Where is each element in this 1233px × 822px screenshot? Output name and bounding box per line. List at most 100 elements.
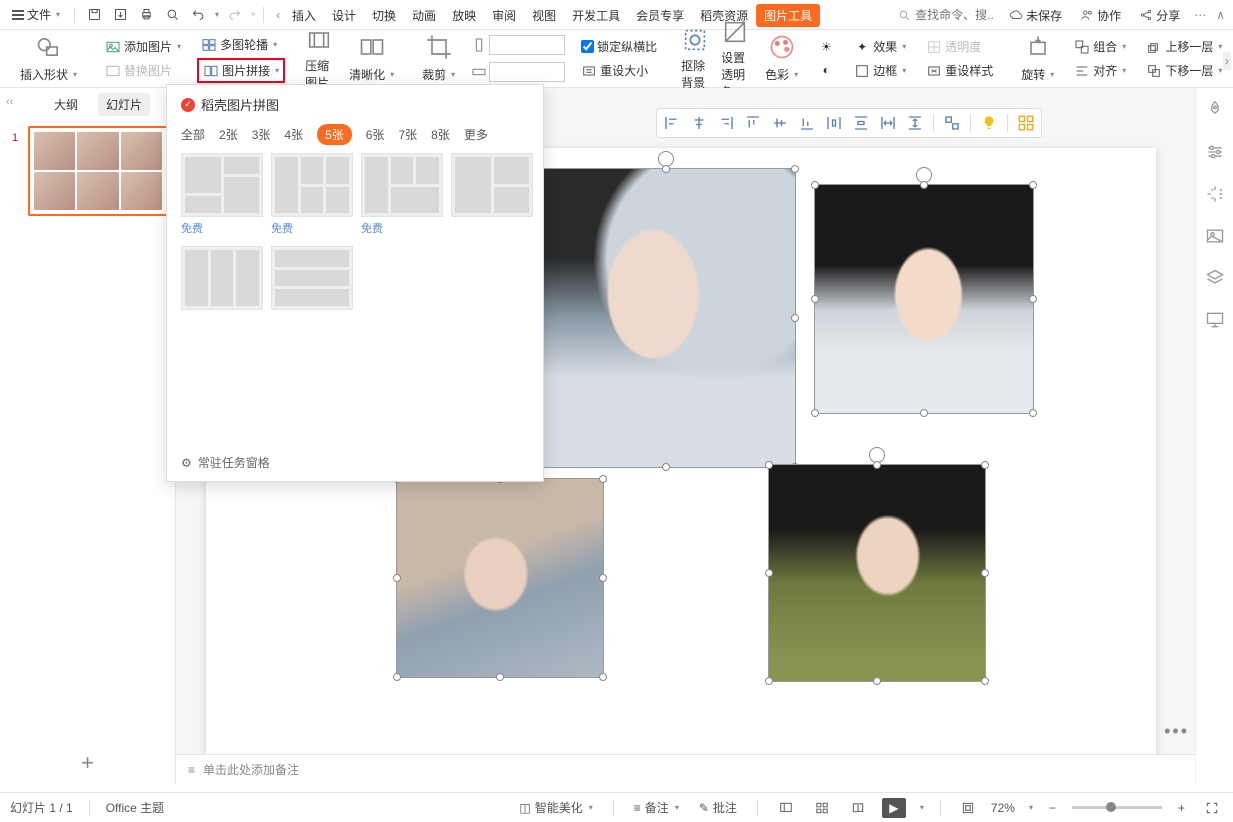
dist-v-icon[interactable] [852, 114, 870, 132]
dock-pane-button[interactable]: ⚙常驻任务窗格 [181, 454, 270, 471]
layout-option[interactable]: 免费 [361, 153, 443, 236]
undo-button[interactable] [187, 4, 209, 26]
sharpen-button[interactable]: 清晰化▾ [345, 64, 398, 85]
view-sorter[interactable] [810, 799, 834, 817]
more-options-button[interactable]: ••• [1164, 721, 1189, 742]
contrast-button[interactable]: ◐ [814, 60, 838, 80]
equal-height-icon[interactable] [906, 114, 924, 132]
dd-tab-all[interactable]: 全部 [181, 126, 205, 143]
dd-tab-5[interactable]: 5张 [317, 124, 352, 145]
share-button[interactable]: 分享 [1135, 5, 1184, 26]
picture-pane-icon[interactable] [1205, 226, 1225, 246]
match-size-icon[interactable] [943, 114, 961, 132]
dd-tab-3[interactable]: 3张 [252, 126, 271, 143]
tab-view[interactable]: 视图 [524, 3, 564, 28]
zoom-in[interactable]: + [1174, 801, 1189, 815]
notes-toggle[interactable]: ≡备注▾ [630, 797, 683, 818]
slide-thumbnail[interactable] [28, 126, 168, 216]
rotate-button[interactable]: 旋转▾ [1017, 64, 1058, 85]
border-button[interactable]: 边框▾ [850, 60, 910, 81]
crop-button[interactable]: 裁剪▾ [418, 64, 459, 85]
effects-button[interactable]: ✦效果▾ [850, 36, 910, 57]
redo-button[interactable] [223, 4, 245, 26]
outline-tab[interactable]: 大纲 [46, 93, 86, 116]
align-button[interactable]: 对齐▾ [1070, 60, 1130, 81]
dd-tab-6[interactable]: 6张 [366, 126, 385, 143]
align-bottom-icon[interactable] [798, 114, 816, 132]
chevron-down-icon[interactable]: ▾ [1029, 803, 1033, 812]
chevron-down-icon[interactable]: ▾ [251, 10, 255, 19]
group-button[interactable]: 组合▾ [1070, 36, 1130, 57]
palette-icon[interactable] [768, 33, 796, 61]
view-reading[interactable] [846, 799, 870, 817]
color-button[interactable]: 色彩▾ [761, 64, 802, 85]
picture-4[interactable] [768, 464, 986, 682]
zoom-value[interactable]: 72% [991, 801, 1015, 815]
dd-tab-8[interactable]: 8张 [431, 126, 450, 143]
view-normal[interactable] [774, 799, 798, 817]
settings-icon[interactable] [1205, 142, 1225, 162]
file-menu[interactable]: 文件▾ [6, 3, 66, 26]
tab-developer[interactable]: 开发工具 [564, 3, 628, 28]
zoom-out[interactable]: − [1045, 801, 1060, 815]
align-top-icon[interactable] [744, 114, 762, 132]
dist-h-icon[interactable] [825, 114, 843, 132]
grid-layout-icon[interactable] [1017, 114, 1035, 132]
picture-3[interactable] [396, 478, 604, 678]
idea-icon[interactable] [980, 114, 998, 132]
insert-shape-button[interactable]: 插入形状▾ [16, 64, 81, 85]
notes-bar[interactable]: ≡ 单击此处添加备注 [176, 754, 1195, 784]
tab-insert[interactable]: 插入 [284, 3, 324, 28]
dd-tab-more[interactable]: 更多 [464, 126, 488, 143]
align-center-h-icon[interactable] [690, 114, 708, 132]
move-down-button[interactable]: 下移一层▾ [1142, 60, 1226, 81]
transcolor-icon[interactable] [721, 18, 749, 46]
dd-tab-2[interactable]: 2张 [219, 126, 238, 143]
transparency-button[interactable]: 透明度 [922, 36, 985, 57]
export-icon[interactable] [109, 4, 131, 26]
layout-option[interactable] [451, 153, 533, 236]
chevron-down-icon[interactable]: ▾ [920, 803, 924, 812]
tab-animation[interactable]: 动画 [404, 3, 444, 28]
presentation-icon[interactable] [1205, 310, 1225, 330]
tab-review[interactable]: 审阅 [484, 3, 524, 28]
reset-size-button[interactable]: 重设大小 [577, 60, 652, 81]
ribbon-collapse[interactable]: › [1223, 52, 1231, 70]
lock-ratio-input[interactable] [581, 40, 594, 53]
tab-member[interactable]: 会员专享 [628, 3, 692, 28]
layout-option[interactable]: 免费 [271, 153, 353, 236]
align-right-icon[interactable] [717, 114, 735, 132]
rocket-icon[interactable] [1205, 100, 1225, 120]
picture-1[interactable] [536, 168, 796, 468]
collapse-pane[interactable]: ‹‹ [6, 96, 13, 108]
dd-tab-4[interactable]: 4张 [284, 126, 303, 143]
collab-button[interactable]: 协作 [1076, 5, 1125, 26]
fit-button[interactable] [957, 799, 979, 817]
layers-icon[interactable] [1205, 268, 1225, 288]
add-slide-button[interactable]: + [0, 750, 175, 776]
add-image-button[interactable]: 添加图片▾ [101, 36, 185, 57]
zoom-knob[interactable] [1106, 802, 1116, 812]
slides-tab[interactable]: 幻灯片 [98, 93, 150, 116]
removebg-icon[interactable] [681, 26, 709, 54]
rotate-icon[interactable] [1024, 33, 1052, 61]
brightness-button[interactable]: ☀ [814, 37, 838, 57]
lock-ratio-checkbox[interactable]: 锁定纵横比 [577, 36, 661, 57]
picture-2[interactable] [814, 184, 1034, 414]
replace-image-button[interactable]: 替换图片 [101, 60, 176, 81]
fullscreen-button[interactable] [1201, 799, 1223, 817]
image-stitch-button[interactable]: 图片拼接▾ [197, 58, 285, 83]
beautify-button[interactable]: ◫智能美化▾ [515, 797, 596, 818]
comments-toggle[interactable]: ✎批注 [695, 797, 741, 818]
expand-icon[interactable]: ∧ [1216, 8, 1225, 22]
layout-option[interactable] [181, 246, 263, 310]
tab-slideshow[interactable]: 放映 [444, 3, 484, 28]
align-middle-icon[interactable] [771, 114, 789, 132]
sparkle-icon[interactable] [1205, 184, 1225, 204]
layout-option[interactable] [271, 246, 353, 310]
align-left-icon[interactable] [663, 114, 681, 132]
sharpen-icon[interactable] [358, 33, 386, 61]
tab-picture-tools[interactable]: 图片工具 [756, 4, 820, 27]
compress-icon[interactable] [305, 26, 333, 54]
crop-icon[interactable] [425, 33, 453, 61]
